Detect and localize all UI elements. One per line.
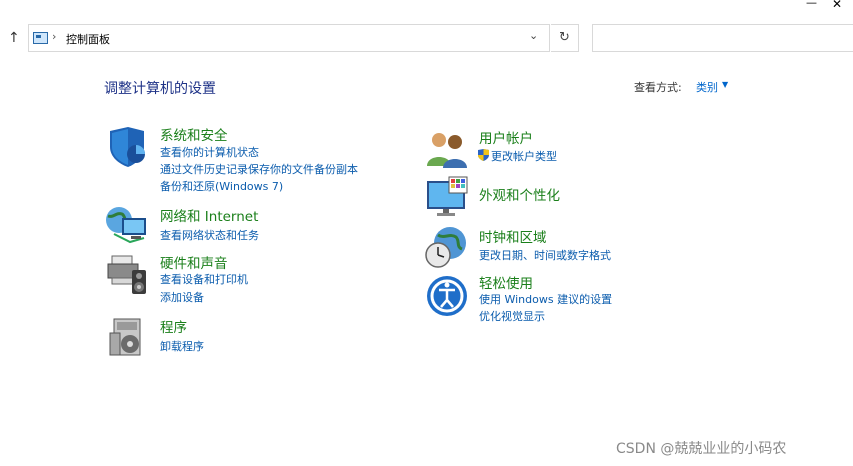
refresh-button[interactable]: ↻: [551, 24, 579, 52]
category-link-label[interactable]: 更改帐户类型: [491, 150, 557, 163]
dropdown-arrow-icon[interactable]: ▼: [722, 80, 728, 89]
ease-of-access-icon[interactable]: [425, 274, 469, 318]
up-arrow-icon[interactable]: ↑: [8, 30, 22, 46]
category-link[interactable]: 通过文件历史记录保存你的文件备份副本: [160, 161, 358, 177]
breadcrumb-control-panel[interactable]: 控制面板: [66, 31, 110, 47]
user-accounts-icon[interactable]: [425, 128, 469, 172]
appearance-icon[interactable]: [425, 175, 469, 219]
category-link[interactable]: 卸载程序: [160, 338, 204, 354]
chevron-down-icon[interactable]: ⌄: [529, 29, 538, 42]
category-title[interactable]: 用户帐户: [479, 127, 533, 147]
category-link[interactable]: 更改帐户类型: [478, 148, 557, 164]
minimize-button[interactable]: —: [806, 0, 817, 9]
network-internet-icon[interactable]: [104, 204, 148, 248]
category-title[interactable]: 网络和 Internet: [160, 205, 258, 225]
category-title[interactable]: 外观和个性化: [479, 184, 560, 204]
hardware-sound-icon[interactable]: [106, 252, 150, 296]
breadcrumb-chevron-icon[interactable]: ›: [52, 30, 56, 43]
category-link[interactable]: 添加设备: [160, 289, 204, 305]
category-title[interactable]: 程序: [160, 316, 187, 336]
programs-icon[interactable]: [108, 315, 152, 359]
watermark-text: CSDN @兢兢业业的小码农: [616, 441, 787, 457]
category-link[interactable]: 查看你的计算机状态: [160, 144, 259, 160]
view-by-label: 查看方式:: [634, 81, 682, 94]
category-link[interactable]: 更改日期、时间或数字格式: [479, 247, 611, 263]
close-button[interactable]: ✕: [832, 0, 842, 11]
control-panel-icon: [33, 32, 48, 44]
category-title[interactable]: 系统和安全: [160, 124, 228, 144]
category-title[interactable]: 硬件和声音: [160, 252, 228, 272]
search-input[interactable]: [592, 24, 853, 52]
category-link[interactable]: 查看网络状态和任务: [160, 227, 259, 243]
category-title[interactable]: 时钟和区域: [479, 226, 547, 246]
address-bar[interactable]: › 控制面板 ⌄: [28, 24, 550, 52]
uac-shield-icon: [478, 149, 489, 161]
view-by-dropdown[interactable]: 类别: [696, 79, 718, 95]
category-title[interactable]: 轻松使用: [479, 272, 533, 292]
clock-region-icon[interactable]: [424, 225, 468, 269]
system-security-icon[interactable]: [106, 125, 150, 169]
category-link[interactable]: 查看设备和打印机: [160, 271, 248, 287]
category-link[interactable]: 使用 Windows 建议的设置: [479, 291, 612, 307]
category-link[interactable]: 备份和还原(Windows 7): [160, 178, 283, 194]
category-link[interactable]: 优化视觉显示: [479, 308, 545, 324]
page-title: 调整计算机的设置: [104, 81, 216, 97]
